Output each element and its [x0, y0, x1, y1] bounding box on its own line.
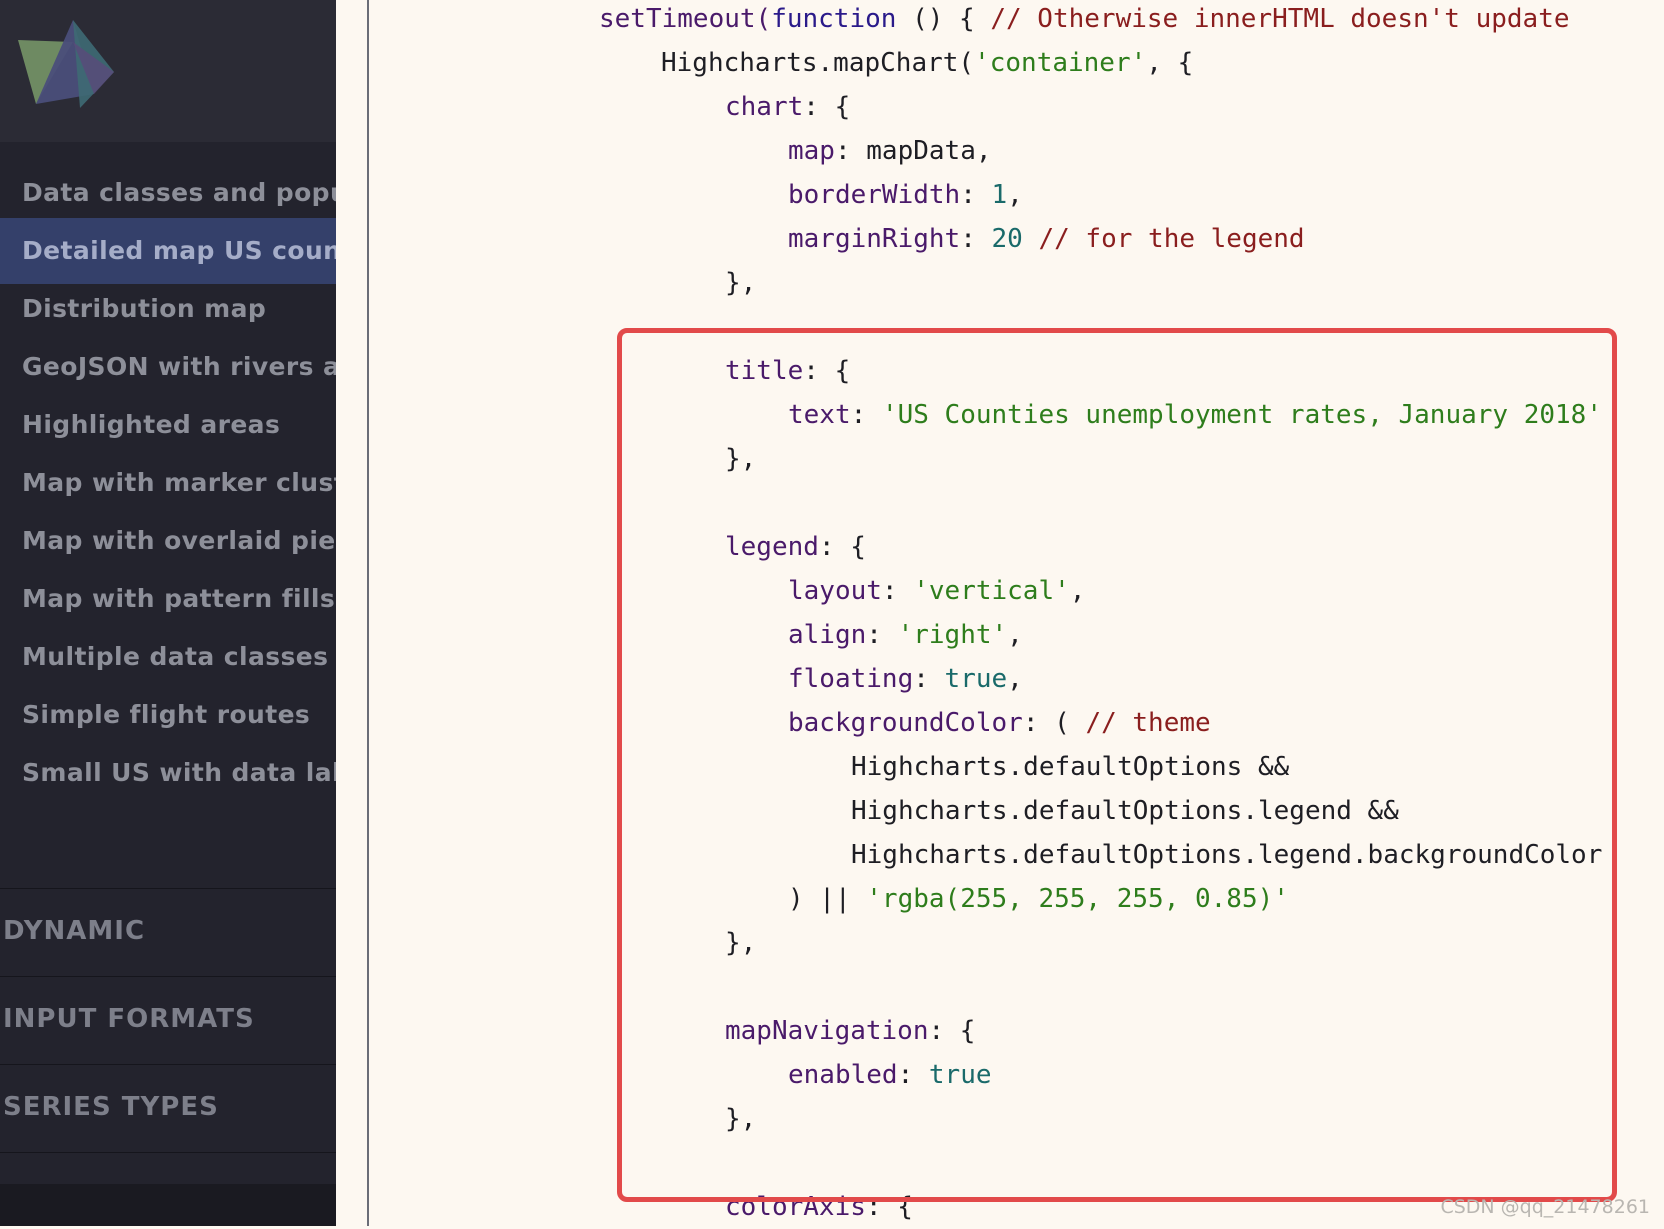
- highlight-annotation-box: [617, 328, 1617, 1202]
- code-line: chart: {: [725, 92, 851, 122]
- code-line: },: [725, 268, 757, 298]
- code-line: Highcharts.mapChart('container', {: [661, 48, 1194, 78]
- watermark: CSDN @qq_21478261: [1440, 1196, 1650, 1218]
- code-line: setTimeout(function () { // Otherwise in…: [599, 4, 1570, 34]
- code-line: marginRight: 20 // for the legend: [788, 224, 1305, 254]
- code-line: map: mapData,: [788, 136, 992, 166]
- code-line: borderWidth: 1,: [788, 180, 1023, 210]
